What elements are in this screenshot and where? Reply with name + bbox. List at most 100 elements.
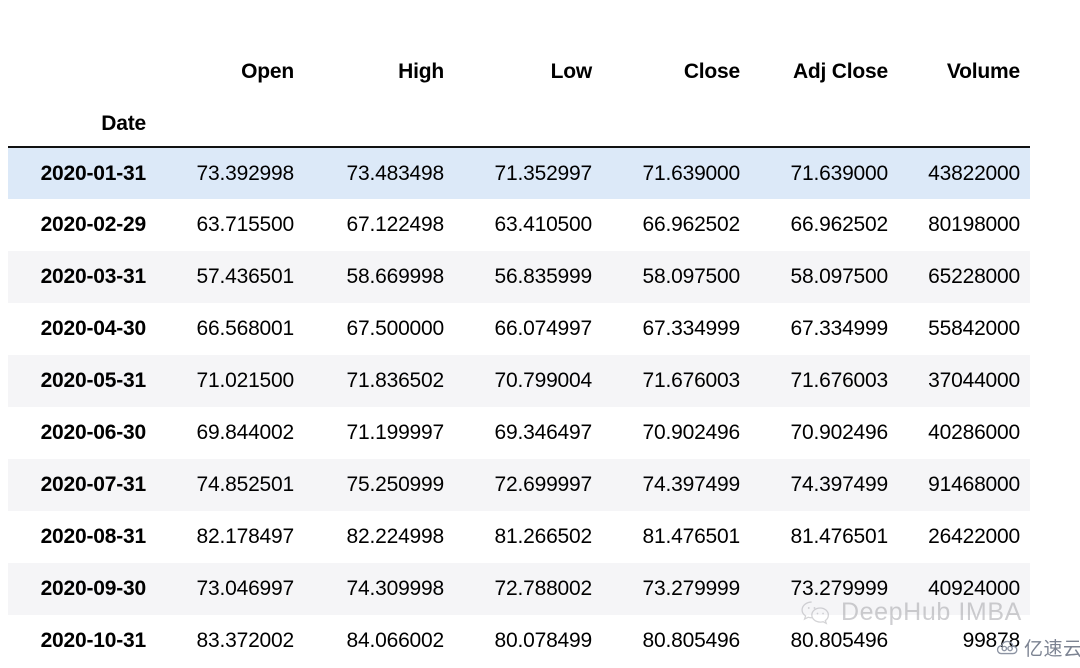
row-index-date: 2020-08-31 — [40, 525, 147, 548]
table-row[interactable]: 2020-05-31 71.021500 71.836502 70.799004 71.… — [8, 355, 1030, 407]
dataframe-table: Open High Low Close Adj Close Volume Dat… — [8, 38, 1030, 667]
table-row[interactable]: 2020-01-31 73.392998 73.483498 71.352997 71.… — [8, 147, 1030, 199]
cell-adj-close: 73.279999 — [750, 563, 898, 615]
row-index-date: 2020-06-30 — [40, 421, 147, 444]
cell-open: 71.021500 — [156, 355, 304, 407]
cell-open: 73.046997 — [156, 563, 304, 615]
cell-low: 81.266502 — [494, 525, 593, 548]
cell-open: 74.852501 — [156, 459, 304, 511]
cell-adj-close: 74.397499 — [750, 459, 898, 511]
cell-close: 80.805496 — [642, 629, 741, 652]
row-index-date: 2020-09-30 — [8, 563, 156, 615]
cell-adj-close: 71.676003 — [750, 355, 898, 407]
table-row[interactable]: 2020-09-30 73.046997 74.309998 72.788002 73.… — [8, 563, 1030, 615]
cell-low: 80.078499 — [494, 629, 593, 652]
cell-close: 74.397499 — [602, 459, 750, 511]
cell-high: 67.500000 — [346, 317, 445, 340]
index-name-date: Date — [8, 88, 156, 148]
table-row[interactable]: 2020-04-30 66.568001 67.500000 66.074997 67.… — [8, 303, 1030, 355]
index-row-spacer-6 — [898, 88, 1030, 148]
cell-low: 72.788002 — [454, 563, 602, 615]
table-header: Open High Low Close Adj Close Volume Dat… — [8, 38, 1030, 148]
cell-adj-close: 66.962502 — [790, 213, 889, 236]
cell-open: 66.568001 — [196, 317, 295, 340]
index-row-spacer-2 — [304, 88, 454, 148]
table-row[interactable]: 2020-06-30 69.844002 71.199997 69.346497 70.… — [8, 407, 1030, 459]
cell-open: 82.178497 — [196, 525, 295, 548]
cell-close: 81.476501 — [642, 525, 741, 548]
index-row-spacer-3 — [454, 88, 602, 148]
cell-adj-close: 58.097500 — [750, 251, 898, 303]
dataframe-output-area: Open High Low Close Adj Close Volume Dat… — [0, 0, 1080, 668]
cell-volume: 91468000 — [898, 459, 1030, 511]
row-index-date: 2020-05-31 — [8, 355, 156, 407]
column-header-low: Low — [454, 38, 602, 88]
cell-close: 66.962502 — [642, 213, 741, 236]
cell-low: 69.346497 — [494, 421, 593, 444]
column-header-blank — [8, 38, 156, 88]
cell-adj-close: 71.639000 — [750, 147, 898, 199]
column-header-high: High — [304, 38, 454, 88]
cell-close: 71.639000 — [602, 147, 750, 199]
cell-close: 71.676003 — [602, 355, 750, 407]
cell-close: 73.279999 — [602, 563, 750, 615]
cell-high: 58.669998 — [304, 251, 454, 303]
cell-low: 66.074997 — [494, 317, 593, 340]
cell-volume: 65228000 — [898, 251, 1030, 303]
column-header-adj-close: Adj Close — [750, 38, 898, 88]
column-header-open: Open — [156, 38, 304, 88]
index-name-row: Date — [8, 88, 1030, 148]
cell-volume: 43822000 — [898, 147, 1030, 199]
cell-volume: 99878 — [962, 629, 1021, 652]
column-header-row: Open High Low Close Adj Close Volume — [8, 38, 1030, 88]
row-index-date: 2020-03-31 — [8, 251, 156, 303]
cell-high: 67.122498 — [346, 213, 445, 236]
row-index-date: 2020-01-31 — [8, 147, 156, 199]
cell-high: 71.199997 — [346, 421, 445, 444]
cell-close: 58.097500 — [602, 251, 750, 303]
table-row[interactable]: 2020-07-31 74.852501 75.250999 72.699997 74.… — [8, 459, 1030, 511]
cell-volume: 55842000 — [928, 317, 1020, 340]
cell-open: 57.436501 — [156, 251, 304, 303]
table-row[interactable]: 2020-03-31 57.436501 58.669998 56.835999 58.… — [8, 251, 1030, 303]
cell-volume: 40924000 — [898, 563, 1030, 615]
row-index-date: 2020-04-30 — [40, 317, 147, 340]
cell-open: 73.392998 — [156, 147, 304, 199]
cell-open: 69.844002 — [196, 421, 295, 444]
cell-high: 75.250999 — [304, 459, 454, 511]
cell-low: 56.835999 — [454, 251, 602, 303]
cell-low: 63.410500 — [494, 213, 593, 236]
row-index-date: 2020-10-31 — [40, 629, 147, 652]
table-row[interactable]: 2020-10-31 83.372002 84.066002 80.078499 80.… — [8, 615, 1030, 667]
cell-low: 70.799004 — [454, 355, 602, 407]
cell-adj-close: 80.805496 — [790, 629, 889, 652]
cell-close: 67.334999 — [642, 317, 741, 340]
table-row[interactable]: 2020-02-29 63.715500 67.122498 63.410500 66.… — [8, 199, 1030, 251]
cell-volume: 80198000 — [928, 213, 1020, 236]
cell-adj-close: 81.476501 — [790, 525, 889, 548]
cell-volume: 37044000 — [898, 355, 1030, 407]
index-row-spacer-1 — [156, 88, 304, 148]
cell-volume: 40286000 — [928, 421, 1020, 444]
cell-high: 71.836502 — [304, 355, 454, 407]
table-row[interactable]: 2020-08-31 82.178497 82.224998 81.266502 81.… — [8, 511, 1030, 563]
column-header-volume: Volume — [898, 38, 1030, 88]
cell-volume: 26422000 — [928, 525, 1020, 548]
index-row-spacer-4 — [602, 88, 750, 148]
cell-close: 70.902496 — [642, 421, 741, 444]
cell-high: 73.483498 — [304, 147, 454, 199]
table-body: 2020-01-31 73.392998 73.483498 71.352997 71.… — [8, 147, 1030, 667]
cell-low: 72.699997 — [454, 459, 602, 511]
column-header-close: Close — [602, 38, 750, 88]
cell-high: 84.066002 — [346, 629, 445, 652]
row-index-date: 2020-07-31 — [8, 459, 156, 511]
cell-open: 83.372002 — [196, 629, 295, 652]
index-row-spacer-5 — [750, 88, 898, 148]
cell-low: 71.352997 — [454, 147, 602, 199]
cell-adj-close: 67.334999 — [790, 317, 889, 340]
cell-adj-close: 70.902496 — [790, 421, 889, 444]
cell-open: 63.715500 — [196, 213, 295, 236]
watermark-yisuyun-label: 亿速云 — [1024, 639, 1080, 660]
cell-high: 82.224998 — [346, 525, 445, 548]
cell-high: 74.309998 — [304, 563, 454, 615]
